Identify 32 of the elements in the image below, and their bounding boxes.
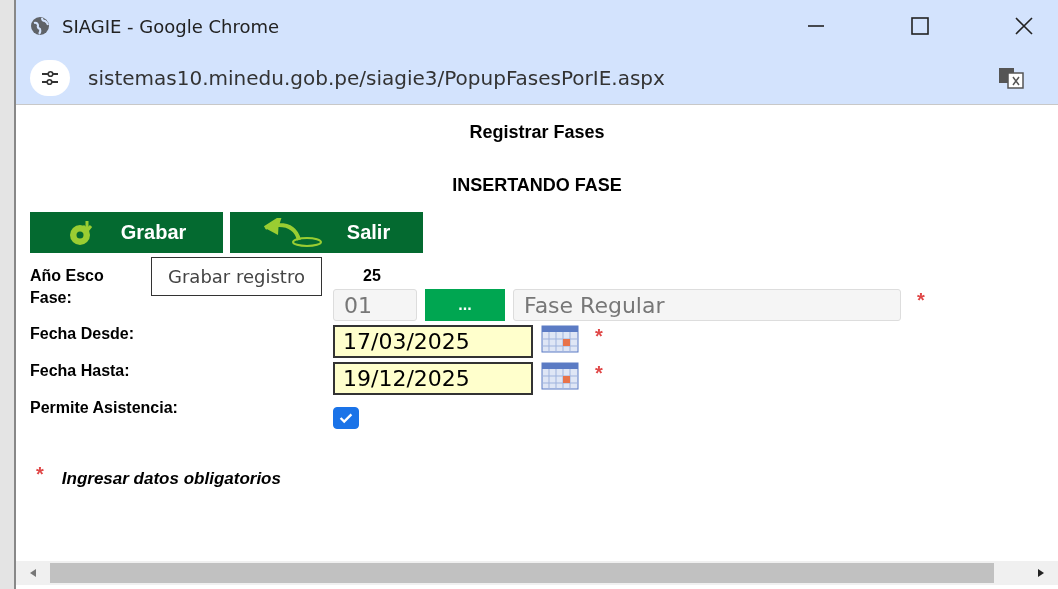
scroll-left-icon[interactable] xyxy=(28,568,38,578)
horizontal-scrollbar[interactable] xyxy=(16,561,1058,585)
required-mark: * xyxy=(595,362,603,385)
required-mark: * xyxy=(917,289,925,312)
field-value: 25 xyxy=(362,267,381,285)
field-label: Fase: xyxy=(30,289,72,307)
date-field[interactable]: 17/03/2025 xyxy=(333,325,533,358)
name-field[interactable]: Fase Regular xyxy=(513,289,901,321)
calendar-icon[interactable] xyxy=(541,362,579,390)
exit-button[interactable]: Salir xyxy=(230,212,423,253)
date-field[interactable]: 19/12/2025 xyxy=(333,362,533,395)
window-title: SIAGIE - Google Chrome xyxy=(62,15,280,37)
page-title: Registrar Fases xyxy=(468,122,606,143)
translate-icon[interactable] xyxy=(998,67,1024,89)
checkbox[interactable] xyxy=(333,407,359,429)
save-button[interactable]: Grabar xyxy=(30,212,223,253)
tooltip: Grabar registro xyxy=(151,257,322,296)
required-note: Ingresar datos obligatorios xyxy=(61,468,281,489)
field-label: Año Esco xyxy=(30,267,104,285)
required-mark: * xyxy=(595,325,603,348)
scroll-right-icon[interactable] xyxy=(1036,568,1046,578)
field-label: Permite Asistencia: xyxy=(30,399,178,417)
page-subtitle: INSERTANDO FASE xyxy=(451,175,623,196)
calendar-icon[interactable] xyxy=(541,325,579,353)
sliders-icon xyxy=(40,68,60,88)
required-mark: * xyxy=(36,463,44,486)
globe-icon xyxy=(30,16,50,36)
code-field[interactable]: 01 xyxy=(333,289,417,321)
field-label: Fecha Hasta: xyxy=(30,362,130,380)
site-settings-button[interactable] xyxy=(30,60,70,96)
return-arrow-icon xyxy=(262,217,323,248)
field-label: Fecha Desde: xyxy=(30,325,135,343)
